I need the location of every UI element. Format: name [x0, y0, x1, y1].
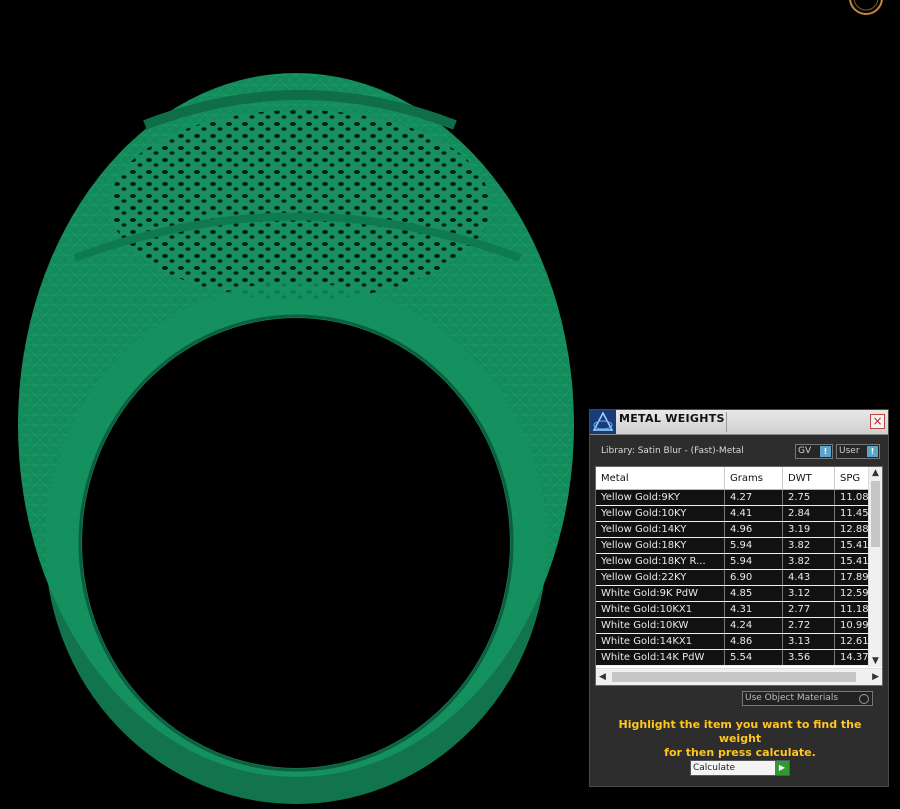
calculate-button[interactable]: Calculate ▶ [690, 760, 790, 776]
use-object-materials-label: Use Object Materials [745, 693, 839, 703]
table-row[interactable]: Yellow Gold:18KY 5.94 3.82 15.41 [596, 537, 881, 554]
table-cell: Yellow Gold:18KY [596, 537, 725, 554]
title-divider [726, 412, 727, 432]
table-row[interactable]: White Gold:14K PdW 5.54 3.56 14.37 [596, 649, 881, 666]
instruction-text: Highlight the item you want to find the … [598, 718, 882, 760]
table-cell: White Gold:10KW [596, 617, 725, 634]
table-row[interactable]: Yellow Gold:14KY 4.96 3.19 12.88 [596, 521, 881, 538]
radio-icon[interactable] [859, 694, 869, 704]
table-cell: 4.43 [782, 569, 835, 586]
vertical-scroll-thumb[interactable] [871, 481, 880, 547]
table-cell: Yellow Gold:14KY [596, 521, 725, 538]
table-row[interactable]: White Gold:10KX1 4.31 2.77 11.18 [596, 601, 881, 618]
metal-weights-table: Metal Grams DWT SPG Yellow Gold:9KY 4.27 2… [595, 466, 883, 686]
table-cell: 4.27 [724, 489, 783, 506]
table-cell: 5.54 [724, 649, 783, 666]
horizontal-scrollbar[interactable]: ◀ ▶ [596, 668, 882, 685]
table-cell: White Gold:14KX1 [596, 633, 725, 650]
instruction-line-1: Highlight the item you want to find the … [618, 718, 862, 745]
column-header-dwt[interactable]: DWT [782, 467, 835, 490]
close-button[interactable]: × [870, 414, 885, 429]
table-cell: 6.90 [724, 569, 783, 586]
table-cell: Yellow Gold:10KY [596, 505, 725, 522]
table-cell: White Gold:9K PdW [596, 585, 725, 602]
library-label: Library: Satin Blur - (Fast)-Metal [601, 446, 744, 456]
table-cell: 3.82 [782, 553, 835, 570]
scroll-left-icon[interactable]: ◀ [599, 672, 606, 682]
metal-weights-panel: METAL WEIGHTS × Library: Satin Blur - (F… [589, 409, 889, 787]
horizontal-scroll-thumb[interactable] [612, 672, 856, 682]
table-cell: 3.56 [782, 649, 835, 666]
user-dropdown[interactable]: User ! [836, 444, 880, 459]
gv-dropdown[interactable]: GV ! [795, 444, 833, 459]
table-cell: 5.94 [724, 553, 783, 570]
table-cell: 4.24 [724, 617, 783, 634]
table-cell: White Gold:10KX1 [596, 601, 725, 618]
app-logo-icon [590, 410, 616, 434]
navigation-gizmo-icon[interactable] [845, 0, 885, 20]
close-icon: × [872, 414, 883, 428]
table-header-row: Metal Grams DWT SPG [596, 467, 881, 490]
table-cell: 3.82 [782, 537, 835, 554]
table-cell: 2.75 [782, 489, 835, 506]
column-header-metal[interactable]: Metal [596, 467, 725, 490]
table-cell: Yellow Gold:9KY [596, 489, 725, 506]
table-cell: White Gold:14K PdW [596, 649, 725, 666]
table-cell: 2.77 [782, 601, 835, 618]
ring-top-filigree [110, 110, 490, 300]
dropdown-arrow-icon: ! [820, 446, 831, 457]
user-dropdown-value: User [839, 446, 860, 456]
table-cell: 4.86 [724, 633, 783, 650]
table-cell: 4.96 [724, 521, 783, 538]
table-cell: 3.19 [782, 521, 835, 538]
scroll-down-icon[interactable]: ▼ [872, 656, 879, 666]
scroll-up-icon[interactable]: ▲ [872, 468, 879, 478]
scroll-right-icon[interactable]: ▶ [872, 672, 879, 682]
gv-dropdown-value: GV [798, 446, 812, 456]
table-row[interactable]: Yellow Gold:10KY 4.41 2.84 11.45 [596, 505, 881, 522]
table-cell: 3.13 [782, 633, 835, 650]
table-row[interactable]: Yellow Gold:18KY R... 5.94 3.82 15.41 [596, 553, 881, 570]
vertical-scrollbar[interactable]: ▲ ▼ [868, 467, 882, 667]
table-cell: 4.85 [724, 585, 783, 602]
use-object-materials-option[interactable]: Use Object Materials [742, 691, 873, 706]
table-cell: 2.72 [782, 617, 835, 634]
table-row[interactable]: White Gold:9K PdW 4.85 3.12 12.59 [596, 585, 881, 602]
table-cell: 5.94 [724, 537, 783, 554]
table-row[interactable]: Yellow Gold:22KY 6.90 4.43 17.89 [596, 569, 881, 586]
table-row[interactable]: White Gold:10KW 4.24 2.72 10.99 [596, 617, 881, 634]
table-row[interactable]: White Gold:14KX1 4.86 3.13 12.61 [596, 633, 881, 650]
table-cell: Yellow Gold:22KY [596, 569, 725, 586]
table-cell: 4.41 [724, 505, 783, 522]
table-row[interactable]: Yellow Gold:9KY 4.27 2.75 11.08 [596, 489, 881, 506]
panel-title: METAL WEIGHTS [619, 412, 725, 425]
table-cell: 4.31 [724, 601, 783, 618]
table-cell: 2.84 [782, 505, 835, 522]
table-cell: 3.12 [782, 585, 835, 602]
instruction-line-2: for then press calculate. [664, 746, 816, 759]
panel-titlebar[interactable]: METAL WEIGHTS × [590, 410, 888, 435]
dropdown-arrow-icon: ! [867, 446, 878, 457]
table-cell: Yellow Gold:18KY R... [596, 553, 725, 570]
calculate-label: Calculate [693, 763, 736, 773]
column-header-grams[interactable]: Grams [724, 467, 783, 490]
play-arrow-icon: ▶ [775, 761, 789, 775]
